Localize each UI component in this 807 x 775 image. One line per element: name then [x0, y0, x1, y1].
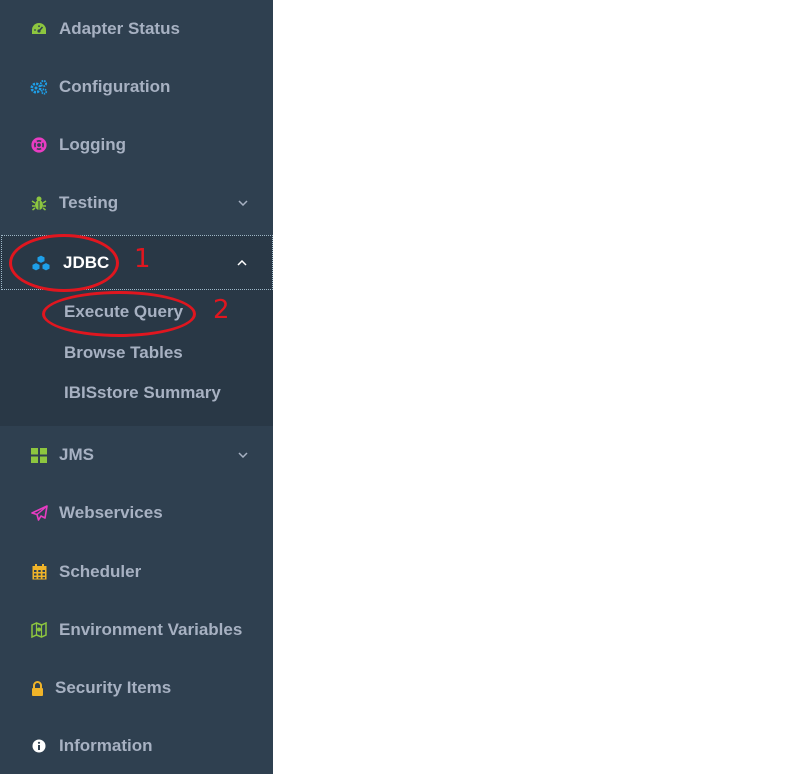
sidebar-item-label: Scheduler	[59, 562, 142, 581]
sidebar-item-testing[interactable]: Testing	[0, 174, 273, 232]
chevron-down-icon	[237, 197, 249, 209]
life-ring-icon	[30, 136, 48, 154]
sidebar-item-label: Webservices	[59, 503, 163, 522]
sidebar-item-label: Configuration	[59, 77, 171, 96]
paper-plane-icon	[30, 504, 48, 522]
sidebar-item-label: JMS	[59, 445, 94, 464]
lock-icon	[28, 679, 46, 697]
submenu-item-browse-tables[interactable]: Browse Tables	[64, 343, 183, 363]
chevron-down-icon	[237, 449, 249, 461]
calendar-icon	[30, 563, 48, 581]
sidebar-item-label: Logging	[59, 135, 127, 154]
sidebar-item-environment-variables[interactable]: Environment Variables	[0, 601, 273, 659]
dashboard-icon	[30, 20, 48, 38]
annotation-number-1: 1	[134, 244, 151, 274]
submenu-item-ibisstore-summary[interactable]: IBISstore Summary	[64, 383, 221, 403]
sidebar-item-logging[interactable]: Logging	[0, 116, 273, 174]
bug-icon	[30, 194, 48, 212]
sidebar-item-scheduler[interactable]: Scheduler	[0, 543, 273, 601]
sidebar-nav: Adapter Status Configuration Logging Tes…	[0, 0, 273, 774]
sidebar-item-label: Information	[59, 736, 153, 755]
submenu-item-execute-query[interactable]: Execute Query	[64, 302, 183, 322]
sidebar-item-label: Environment Variables	[59, 620, 243, 639]
cubes-icon	[30, 253, 52, 272]
sidebar-item-information[interactable]: Information	[0, 717, 273, 775]
cogs-icon	[30, 78, 48, 96]
annotation-number-2: 2	[213, 295, 230, 325]
sidebar-item-label: Adapter Status	[59, 19, 180, 38]
sidebar-item-webservices[interactable]: Webservices	[0, 484, 273, 542]
info-circle-icon	[30, 737, 48, 755]
sidebar-item-label: Testing	[59, 193, 119, 212]
sidebar-item-configuration[interactable]: Configuration	[0, 58, 273, 116]
sidebar-item-adapter-status[interactable]: Adapter Status	[0, 0, 273, 58]
main-content-area	[273, 0, 807, 774]
sidebar-item-jms[interactable]: JMS	[0, 426, 273, 484]
sidebar-item-label: Security Items	[55, 678, 172, 697]
th-large-icon	[30, 446, 48, 464]
map-icon	[30, 621, 48, 639]
chevron-up-icon	[236, 257, 248, 269]
sidebar-item-security-items[interactable]: Security Items	[0, 659, 273, 717]
